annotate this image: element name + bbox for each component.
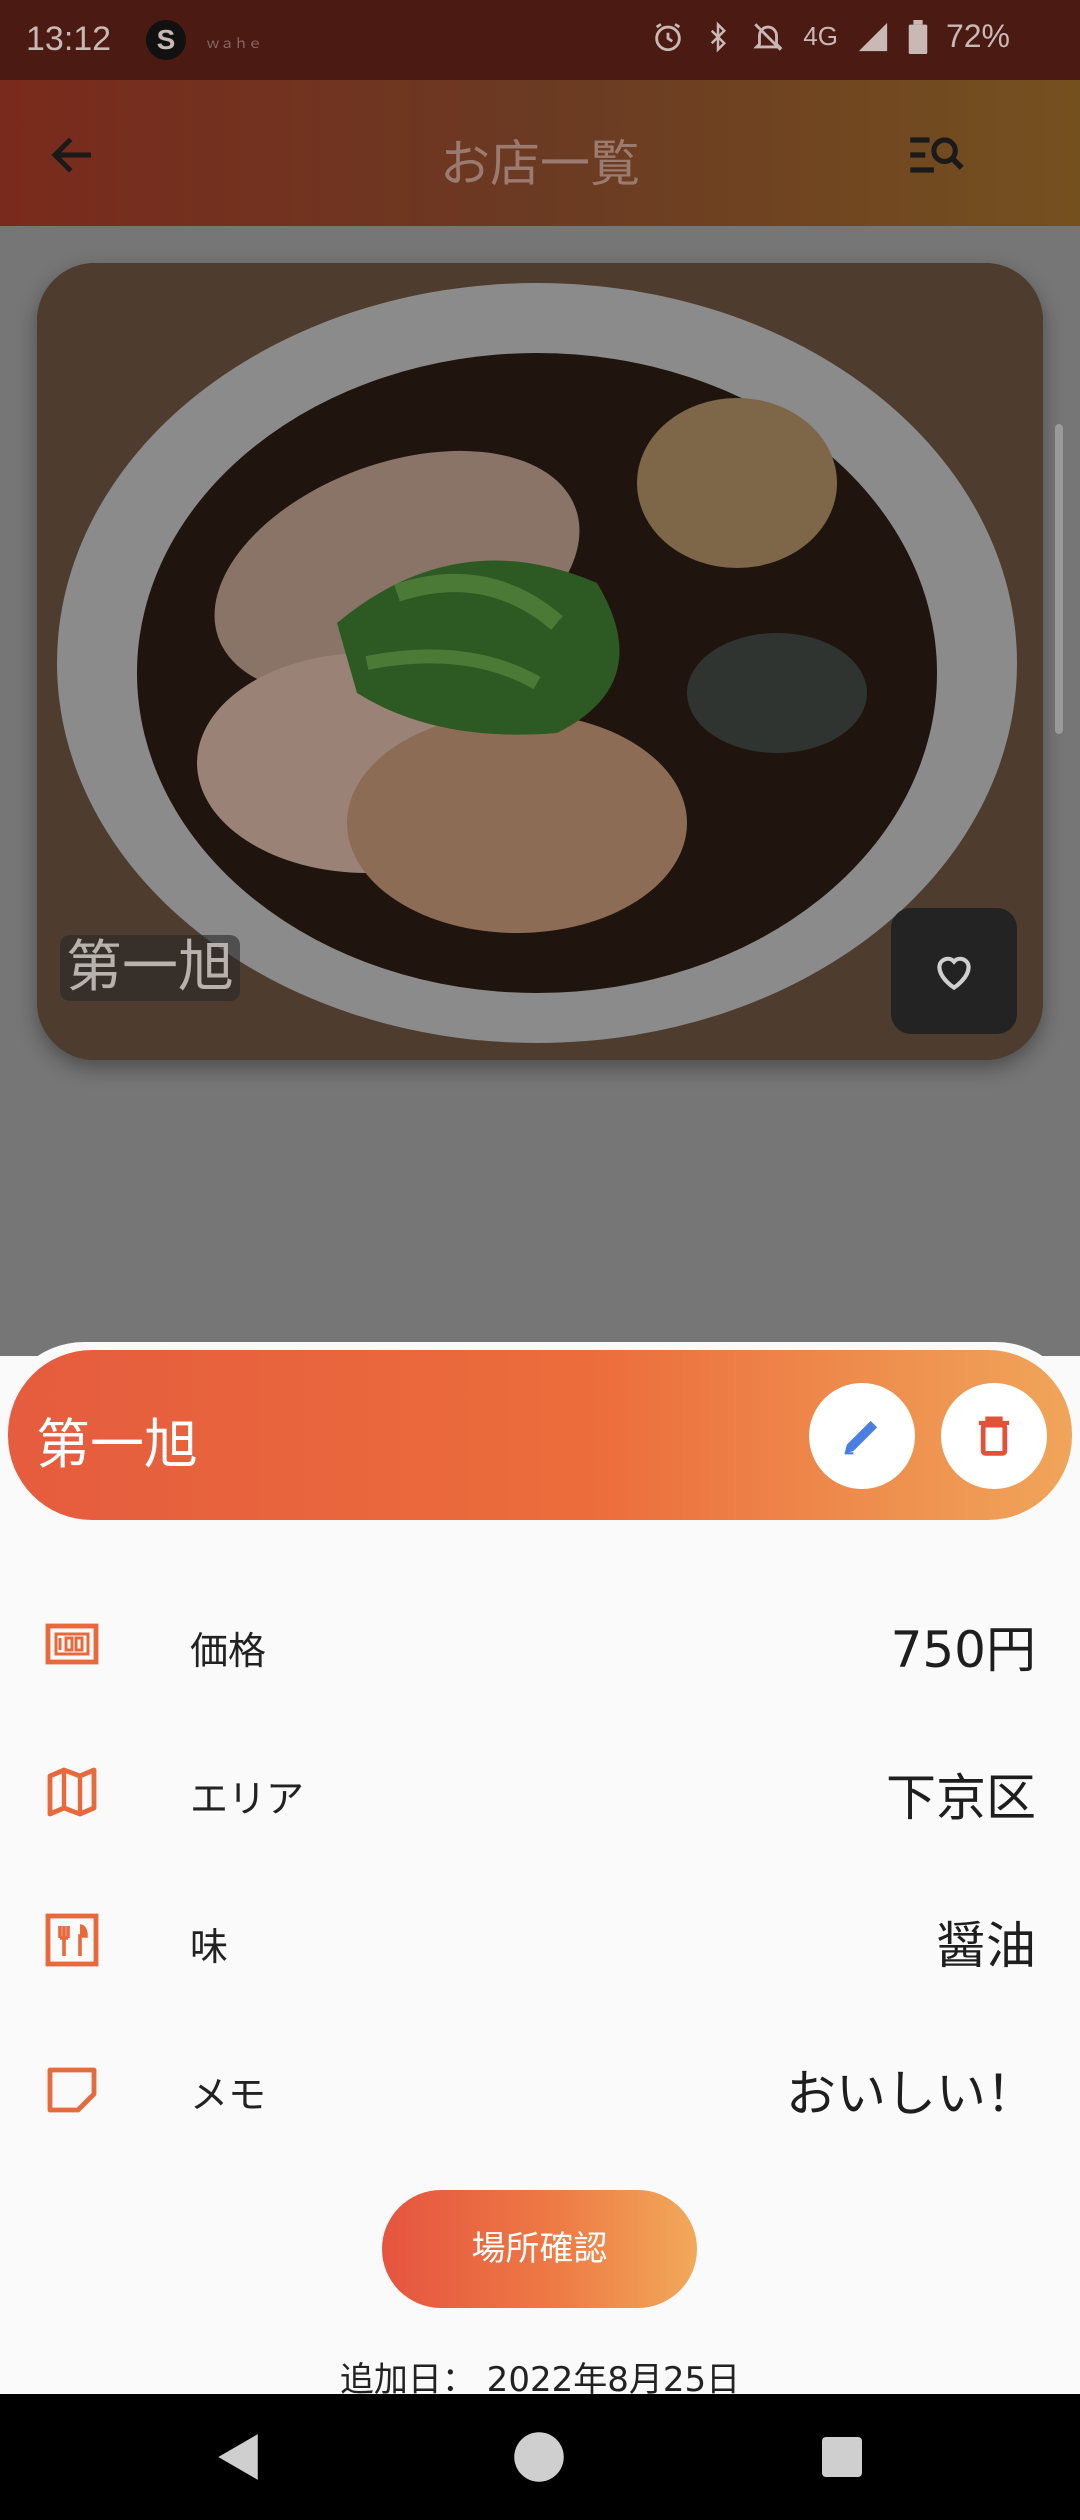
nav-back-icon[interactable] [212, 2430, 262, 2484]
memo-label: メモ [190, 2073, 267, 2117]
heart-outline-icon [937, 956, 971, 991]
favorite-button[interactable] [891, 908, 1017, 1034]
list-search-icon[interactable] [906, 128, 966, 182]
alarm-icon [655, 22, 682, 51]
status-bar: 13:12 S ｗａｈｅ 4G 72% [0, 0, 1080, 80]
map-icon [47, 1767, 97, 1817]
network-type: 4G [803, 21, 838, 51]
restaurant-menu-icon [45, 1913, 99, 1967]
taste-value: 醤油 [936, 1917, 1036, 1975]
trash-icon [978, 1416, 1010, 1456]
memo-value: おいしい！ [786, 2065, 1036, 2123]
check-location-button[interactable]: 場所確認 [382, 2190, 697, 2308]
detail-row-memo: メモ おいしい！ [0, 2038, 1080, 2138]
price-value: 750円 [890, 1621, 1036, 1679]
mute-icon [753, 22, 784, 51]
battery-level: 72% [945, 18, 1010, 54]
status-icons: 4G 72% [651, 18, 1010, 55]
sheet-shop-name: 第一旭 [36, 1413, 198, 1476]
area-value: 下京区 [886, 1769, 1036, 1827]
status-time: 13:12 [26, 20, 112, 58]
app-notification-icon: S [146, 20, 186, 60]
app-bar: お店一覧 [0, 80, 1080, 226]
taste-label: 味 [190, 1925, 229, 1969]
shop-name-overlay: 第一旭 [60, 935, 240, 1001]
detail-row-price: 価格 750円 [0, 1594, 1080, 1694]
notification-text: ｗａｈｅ [206, 35, 262, 51]
detail-row-taste: 味 醤油 [0, 1890, 1080, 1990]
nav-recents-icon[interactable] [820, 2430, 864, 2484]
detail-row-area: エリア 下京区 [0, 1742, 1080, 1842]
edit-button[interactable] [809, 1383, 915, 1489]
delete-button[interactable] [941, 1383, 1047, 1489]
price-100-icon [45, 1623, 99, 1665]
area-label: エリア [190, 1777, 305, 1821]
battery-icon [908, 19, 928, 54]
signal-icon [858, 22, 888, 51]
pencil-icon [844, 1420, 878, 1455]
nav-home-icon[interactable] [512, 2430, 566, 2484]
note-icon [47, 2067, 97, 2113]
system-nav-bar [0, 2394, 1080, 2520]
bluetooth-icon [711, 20, 727, 53]
scrollbar[interactable] [1055, 424, 1063, 734]
price-label: 価格 [190, 1629, 267, 1673]
